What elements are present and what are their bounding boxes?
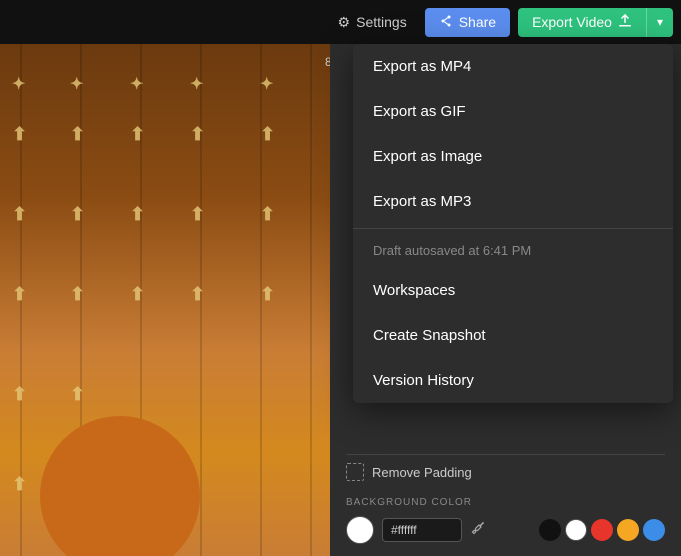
export-image-label: Export as Image (373, 148, 482, 165)
fleur-icon: ✦ (12, 74, 25, 94)
fleur-icon: ⬆ (70, 384, 85, 405)
fleur-icon: ⬆ (70, 284, 85, 305)
export-video-button[interactable]: Export Video (518, 8, 646, 37)
gear-icon: ⚙ (338, 14, 351, 31)
menu-item-workspaces[interactable]: Workspaces (353, 268, 673, 313)
color-swatch-white[interactable] (565, 519, 587, 541)
chevron-down-icon: ▾ (657, 15, 663, 29)
bg-color-label: BACKGROUND COLOR (346, 497, 665, 508)
export-video-group: Export Video ▾ (518, 8, 673, 37)
menu-item-export-gif[interactable]: Export as GIF (353, 89, 673, 134)
color-swatch-red[interactable] (591, 519, 613, 541)
fleur-icon: ⬆ (130, 124, 145, 145)
export-mp4-label: Export as MP4 (373, 58, 471, 75)
fleur-icon: ✦ (70, 74, 83, 94)
fleur-icon: ⬆ (12, 284, 27, 305)
menu-item-create-snapshot[interactable]: Create Snapshot (353, 313, 673, 358)
remove-padding-label: Remove Padding (372, 465, 472, 480)
fleur-icon: ⬆ (260, 204, 275, 225)
create-snapshot-label: Create Snapshot (373, 327, 486, 344)
settings-label: Settings (356, 14, 407, 30)
fleur-icon: ✦ (130, 74, 143, 94)
fleur-icon: ⬆ (190, 284, 205, 305)
share-label: Share (459, 14, 496, 30)
fleur-icon: ⬆ (12, 474, 27, 495)
top-bar: ⚙ Settings Share Export Video (0, 0, 681, 44)
color-swatches (539, 519, 665, 541)
canvas-area: ✦ ⬆ ⬆ ⬆ ⬆ ⬆ ✦ ⬆ ⬆ ⬆ ⬆ ⬆ ✦ ⬆ ⬆ ⬆ ✦ ⬆ ⬆ ⬆ … (0, 44, 330, 556)
color-swatch-black[interactable] (539, 519, 561, 541)
fleur-icon: ⬆ (70, 124, 85, 145)
export-gif-label: Export as GIF (373, 103, 466, 120)
export-mp3-label: Export as MP3 (373, 193, 471, 210)
panel-bottom: Remove Padding BACKGROUND COLOR (330, 442, 681, 556)
settings-button[interactable]: ⚙ Settings (328, 8, 417, 37)
fleur-icon: ⬆ (12, 124, 27, 145)
fleur-icon: ⬆ (190, 124, 205, 145)
fleur-icon: ⬆ (130, 284, 145, 305)
eyedropper-icon[interactable] (470, 520, 486, 541)
person-silhouette (40, 416, 200, 556)
dropdown-menu: Export as MP4 Export as GIF Export as Im… (353, 44, 673, 403)
menu-item-export-mp3[interactable]: Export as MP3 (353, 179, 673, 224)
color-hex-input[interactable] (382, 518, 462, 542)
color-preview[interactable] (346, 516, 374, 544)
bg-color-row (346, 516, 665, 544)
bg-color-section: BACKGROUND COLOR (346, 497, 665, 544)
menu-item-export-mp4[interactable]: Export as MP4 (353, 44, 673, 89)
fleur-icon: ⬆ (260, 284, 275, 305)
menu-item-export-image[interactable]: Export as Image (353, 134, 673, 179)
fleur-icon: ⬆ (190, 204, 205, 225)
canvas-content: ✦ ⬆ ⬆ ⬆ ⬆ ⬆ ✦ ⬆ ⬆ ⬆ ⬆ ⬆ ✦ ⬆ ⬆ ⬆ ✦ ⬆ ⬆ ⬆ … (0, 44, 330, 556)
menu-item-version-history[interactable]: Version History (353, 358, 673, 403)
fleur-icon: ✦ (190, 74, 203, 94)
fleur-icon: ⬆ (130, 204, 145, 225)
menu-divider (353, 228, 673, 229)
share-icon (439, 14, 453, 31)
dashed-box-icon (346, 463, 364, 481)
color-swatch-blue[interactable] (643, 519, 665, 541)
export-video-label: Export Video (532, 14, 612, 30)
color-swatch-yellow[interactable] (617, 519, 639, 541)
export-video-chevron-button[interactable]: ▾ (646, 8, 673, 37)
workspaces-label: Workspaces (373, 282, 455, 299)
stripe-decoration (310, 44, 312, 556)
remove-padding-row: Remove Padding (346, 454, 665, 489)
upload-icon (618, 14, 632, 31)
version-history-label: Version History (373, 372, 474, 389)
share-button[interactable]: Share (425, 8, 510, 37)
autosave-text: Draft autosaved at 6:41 PM (353, 233, 673, 268)
fleur-icon: ✦ (260, 74, 273, 94)
fleur-icon: ⬆ (70, 204, 85, 225)
fleur-icon: ⬆ (260, 124, 275, 145)
fleur-icon: ⬆ (12, 204, 27, 225)
fleur-icon: ⬆ (12, 384, 27, 405)
